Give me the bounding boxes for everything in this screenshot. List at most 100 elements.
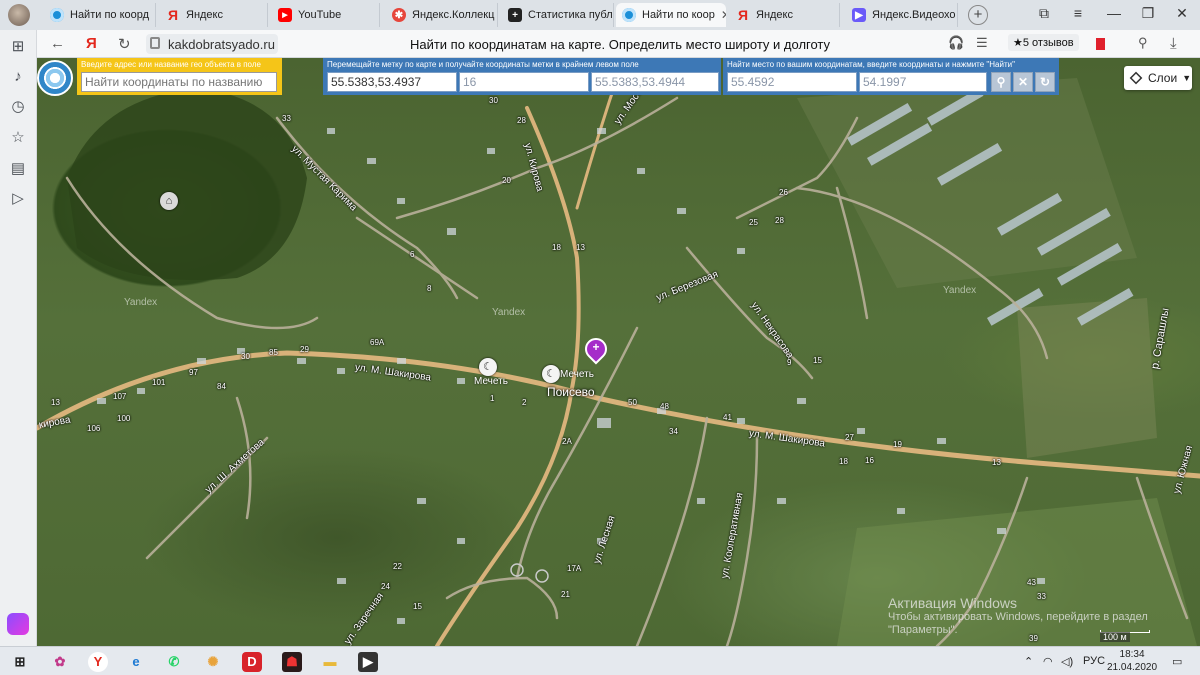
notes-icon[interactable]: ▤ [9,160,27,178]
refresh-icon: ↻ [1039,75,1051,89]
close-icon: ✕ [1017,75,1029,89]
tab-find-coords-active[interactable]: Найти по коор ✕ [616,3,726,27]
house-number: 13 [992,458,1001,467]
game-app-icon[interactable]: ☗ [282,652,302,672]
longitude-input[interactable] [859,72,987,92]
bookmark-icon[interactable] [1096,38,1105,50]
address-search-input[interactable] [81,72,277,92]
mosque-icon[interactable]: ☾ [542,365,560,383]
notifications-icon[interactable]: ▭ [1172,655,1182,668]
headphones-icon[interactable]: 🎧 [948,35,964,51]
house-number: 50 [628,398,637,407]
corner-coords-field[interactable] [591,72,719,92]
reload-icon[interactable]: ↻ [118,35,131,53]
address-bar: ← Я ↻ kakdobratsyado.ru Найти по координ… [0,30,1200,58]
d-app-icon[interactable]: D [242,652,262,672]
star-icon[interactable]: ☆ [9,129,27,147]
profile-avatar[interactable] [8,4,30,26]
find-coords-hint: Найти место по вашим координатам, введит… [727,60,1015,69]
village-label: Поисево [547,385,595,399]
activation-title: Активация Windows [888,595,1018,611]
file-explorer-icon[interactable]: ▬ [320,652,340,672]
house-number: 8 [427,284,432,293]
downloads-icon[interactable]: ⤓ [1170,35,1177,52]
grid-icon[interactable]: ⊞ [9,38,27,56]
tab-find-coords-1[interactable]: Найти по коорд [44,3,156,27]
house-number: 69А [370,338,385,347]
yandex-home-icon[interactable]: Я [86,35,97,52]
tray-chevron-up-icon[interactable]: ⌃ [1024,655,1033,668]
house-number: 28 [517,116,526,125]
clear-button[interactable]: ✕ [1013,72,1033,92]
site-logo-icon[interactable] [37,60,73,96]
house-number: 84 [217,382,226,391]
minimize-icon[interactable]: — [1104,5,1124,21]
landmark-icon[interactable]: ⌂ [160,192,178,210]
video-player-icon[interactable]: ▶ [358,652,378,672]
yandex-browser-icon[interactable]: Y [88,652,108,672]
house-number: 101 [152,378,166,387]
house-number: 107 [113,392,127,401]
location-marker[interactable]: + [580,333,612,366]
network-icon[interactable]: ◠ [1043,655,1053,668]
tab-youtube[interactable]: ▶ YouTube [272,3,380,27]
house-number: 25 [749,218,758,227]
tab-yandex-2[interactable]: Я Яндекс [730,3,840,27]
tab-yandex-video[interactable]: ▶ Яндекс.Видеохо [846,3,958,27]
close-window-icon[interactable]: ✕ [1172,5,1192,22]
address-search-panel: Введите адрес или название гео объекта в… [77,58,282,95]
tabs-panel-icon[interactable]: ⧉ [1034,5,1054,22]
house-number: 48 [660,402,669,411]
url-text[interactable]: kakdobratsyado.ru [168,37,275,52]
latitude-input[interactable] [727,72,857,92]
volume-icon[interactable]: ◁) [1061,655,1073,668]
bell-icon[interactable]: ♪ [9,68,27,86]
house-number: 29 [300,345,309,354]
new-tab-button[interactable]: + [968,5,988,25]
search-button[interactable]: ⚲ [991,72,1011,92]
house-number: 17А [567,564,582,573]
restore-icon[interactable]: ❐ [1138,5,1158,22]
layers-label: Слои [1148,71,1178,85]
mosque-label: Мечеть [560,369,594,380]
play-icon[interactable]: ▷ [9,190,27,208]
house-number: 22 [393,562,402,571]
refresh-button[interactable]: ↻ [1035,72,1055,92]
house-number: 16 [865,456,874,465]
page-title: Найти по координатам на карте. Определит… [409,37,831,52]
search-icon: ⚲ [996,75,1006,89]
close-tab-icon[interactable]: ✕ [721,8,726,22]
mosque-label: Мечеть [474,376,508,387]
whatsapp-icon[interactable]: ✆ [164,652,184,672]
reader-mode-icon[interactable]: ☰ [976,35,988,51]
house-number: 9 [787,358,792,367]
house-number: 15 [813,356,822,365]
language-indicator[interactable]: РУС [1083,655,1105,667]
marker-coords-field[interactable] [327,72,457,92]
satellite-map[interactable]: ул. М. Шакирова ул. М. Шакирова ул. Киро… [37,58,1200,646]
mosque-icon[interactable]: ☾ [479,358,497,376]
system-clock[interactable]: 18:34 21.04.2020 [1107,648,1157,674]
house-number: 27 [845,433,854,442]
start-icon[interactable]: ⊞ [10,652,30,672]
app-icon-kaleido[interactable]: ✿ [50,652,70,672]
tab-yandex-1[interactable]: Я Яндекс [160,3,268,27]
back-icon[interactable]: ← [50,35,65,52]
map-watermark: Yandex [943,285,977,296]
marker-coords-hint: Перемещайте метку по карте и получайте к… [327,60,639,69]
tab-statistics[interactable]: + Статистика публ [502,3,614,27]
extensions-icon[interactable]: ⚲ [1138,35,1148,51]
search-hint: Введите адрес или название гео объекта в… [81,60,261,69]
clock-date: 21.04.2020 [1107,662,1158,673]
reviews-badge[interactable]: ★5 отзывов [1008,34,1079,51]
house-number: 20 [502,176,511,185]
alice-assistant-icon[interactable] [7,613,29,635]
clock-icon[interactable]: ◷ [9,98,27,116]
tab-yandex-collections[interactable]: ✱ Яндекс.Коллекц [386,3,498,27]
layers-button[interactable]: Слои ▼ [1124,66,1192,90]
chevron-down-icon: ▼ [1182,73,1192,83]
zoom-field[interactable] [459,72,589,92]
pinwheel-app-icon[interactable]: ✺ [203,652,223,672]
menu-icon[interactable]: ≡ [1068,5,1088,21]
edge-icon[interactable]: e [126,652,146,672]
